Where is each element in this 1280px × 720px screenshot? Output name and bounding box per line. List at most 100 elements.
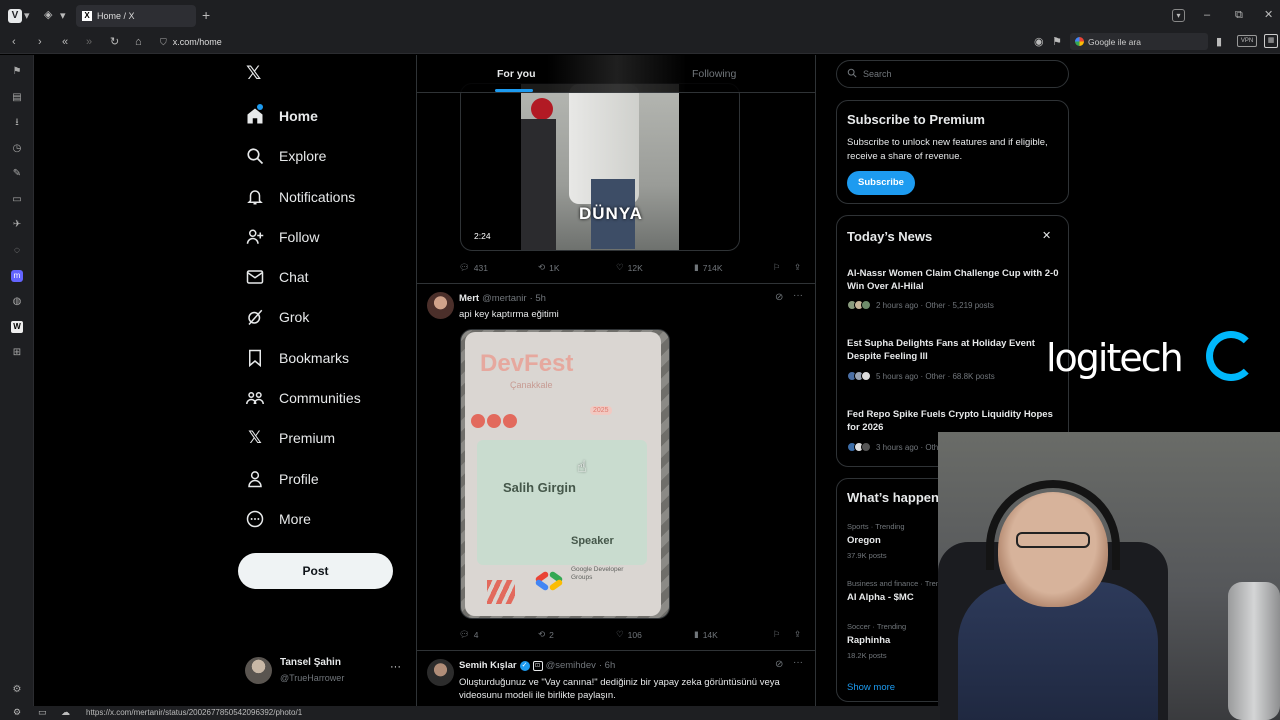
forward-icon[interactable]: › — [38, 35, 42, 49]
url-field[interactable]: ⛉ x.com/home — [160, 35, 222, 49]
tweet-more-icon[interactable]: ··· — [793, 290, 803, 301]
home-browser-icon[interactable]: ⌂ — [135, 35, 142, 49]
nav-grok[interactable]: Grok — [245, 303, 309, 331]
avatar — [245, 657, 272, 684]
search-engine-field[interactable]: Google ile ara — [1070, 33, 1208, 50]
translate-icon[interactable]: ✈ — [11, 219, 23, 231]
bookmark-icon — [245, 348, 265, 368]
downloads-icon[interactable]: ⭳ — [11, 117, 23, 129]
author-handle[interactable]: @semihdev — [546, 660, 596, 671]
nav-premium[interactable]: 𝕏 Premium — [245, 424, 335, 452]
extensions-icon[interactable]: ▮ — [1216, 35, 1222, 49]
panel-toggle-icon[interactable]: ▭ — [38, 707, 47, 718]
repost-action[interactable]: ⟲ 2 — [538, 629, 554, 640]
reading-list-icon[interactable]: ▤ — [11, 92, 23, 104]
chevron-down-icon[interactable]: ▾ — [60, 9, 66, 23]
views-action[interactable]: ▮ 14K — [694, 629, 718, 640]
web-panel-icon[interactable]: ◍ — [11, 296, 23, 308]
tab-home-x[interactable]: X Home / X — [76, 5, 196, 27]
bookmark-action[interactable]: ⚐ — [773, 629, 781, 640]
broadcast-icon[interactable]: ◉ — [1034, 35, 1044, 49]
nav-follow-label: Follow — [279, 229, 320, 245]
cloud-sync-icon[interactable]: ☁ — [61, 707, 70, 718]
bookmark-action[interactable]: ⚐ — [773, 262, 781, 273]
trend-name[interactable]: Oregon — [847, 535, 881, 546]
nav-communities[interactable]: Communities — [245, 384, 361, 412]
chevron-down-icon[interactable]: ▾ — [24, 9, 30, 23]
tweet-more-icon[interactable]: ··· — [793, 657, 803, 668]
nav-home[interactable]: Home — [245, 102, 318, 130]
grok-action-icon[interactable]: ⊘ — [775, 292, 783, 303]
settings-icon[interactable]: ⚙ — [13, 707, 21, 718]
mastodon-icon[interactable]: m — [11, 270, 23, 282]
nav-more[interactable]: More — [245, 505, 311, 533]
avatar[interactable] — [427, 292, 454, 319]
repost-action[interactable]: ⟲ 1K — [538, 262, 560, 273]
back-icon[interactable]: ‹ — [12, 35, 16, 49]
news-item-title[interactable]: Est Supha Delights Fans at Holiday Event… — [847, 337, 1062, 363]
new-tab-icon[interactable]: + — [202, 8, 210, 22]
fast-forward-icon[interactable]: » — [86, 35, 92, 49]
reload-icon[interactable]: ↻ — [110, 35, 119, 49]
nav-chat[interactable]: Chat — [245, 263, 309, 291]
wikipedia-icon[interactable]: W — [11, 321, 23, 333]
share-action[interactable]: ⇪ — [794, 629, 801, 640]
notes-icon[interactable]: ✎ — [11, 168, 23, 180]
close-icon[interactable]: ✕ — [1042, 229, 1051, 242]
news-item-title[interactable]: Al-Nassr Women Claim Challenge Cup with … — [847, 267, 1062, 293]
tab-following[interactable]: Following — [692, 68, 736, 80]
bookmark-page-icon[interactable]: ⚑ — [1052, 35, 1062, 49]
google-icon — [1075, 37, 1084, 46]
nav-profile[interactable]: Profile — [245, 465, 319, 493]
vpn-button[interactable]: VPN — [1237, 35, 1257, 47]
grok-action-icon[interactable]: ⊘ — [775, 659, 783, 670]
trend-count: 37.9K posts — [847, 551, 887, 560]
video-container[interactable]: DÜNYA 2:24 — [460, 83, 740, 251]
author-name[interactable]: Semih Kışlar — [459, 660, 517, 671]
chat-panel-icon[interactable]: ◌ — [11, 245, 23, 257]
rewind-icon[interactable]: « — [62, 35, 68, 49]
minimize-icon[interactable]: – — [1204, 8, 1210, 22]
tab-list-icon[interactable]: ▾ — [1172, 9, 1185, 22]
reply-action[interactable]: 💬︎ 431 — [459, 262, 488, 273]
like-action[interactable]: ♡ 106 — [616, 629, 642, 640]
share-action[interactable]: ⇪ — [794, 262, 801, 273]
premium-card: Subscribe to Premium Subscribe to unlock… — [836, 100, 1069, 204]
calendar-icon[interactable]: ▦ — [1264, 34, 1278, 48]
author-handle[interactable]: @mertanir — [482, 293, 527, 304]
nav-bookmarks[interactable]: Bookmarks — [245, 344, 349, 372]
tweet-photo[interactable]: DevFest Çanakkale 2025 Salih Girgin Spea… — [460, 329, 670, 619]
tweet-time[interactable]: · 6h — [599, 660, 615, 671]
window-panel-icon[interactable]: ▭ — [11, 194, 23, 206]
bookmarks-panel-icon[interactable]: ⚑ — [11, 66, 23, 78]
author-name[interactable]: Mert — [459, 293, 479, 304]
account-switcher[interactable]: Tansel Şahin @TrueHarrower ··· — [245, 655, 405, 687]
nav-notifications[interactable]: Notifications — [245, 183, 355, 211]
trend-name[interactable]: Raphinha — [847, 635, 890, 646]
tweet-time[interactable]: · 5h — [530, 293, 546, 304]
settings-icon[interactable]: ⚙ — [11, 684, 23, 696]
subscribe-button[interactable]: Subscribe — [847, 171, 915, 195]
trend-name[interactable]: AI Alpha - $MC — [847, 592, 914, 603]
search-input[interactable]: Search — [836, 60, 1069, 88]
like-action[interactable]: ♡ 12K — [616, 262, 643, 273]
history-icon[interactable]: ◷ — [11, 143, 23, 155]
views-action[interactable]: ▮ 714K — [694, 262, 723, 273]
tab-for-you[interactable]: For you — [497, 68, 536, 80]
nav-follow[interactable]: Follow — [245, 223, 319, 251]
avatar[interactable] — [427, 659, 454, 686]
close-window-icon[interactable]: ✕ — [1264, 8, 1273, 22]
nav-explore[interactable]: Explore — [245, 142, 326, 170]
x-logo-icon[interactable]: 𝕏 — [246, 64, 266, 84]
post-button[interactable]: Post — [238, 553, 393, 589]
bookmark-small-icon: ⚐ — [773, 629, 781, 639]
news-item-title[interactable]: Fed Repo Spike Fuels Crypto Liquidity Ho… — [847, 408, 1062, 434]
browser-tab-bar: V ▾ ◈ ▾ X Home / X + ▾ – ⧉ ✕ — [0, 0, 1280, 32]
restore-icon[interactable]: ⧉ — [1235, 8, 1243, 22]
add-panel-icon[interactable]: ⊞ — [11, 347, 23, 359]
vivaldi-menu-icon[interactable]: V — [8, 9, 22, 23]
show-more-link[interactable]: Show more — [847, 682, 895, 693]
reply-action[interactable]: 💬︎ 4 — [459, 629, 479, 640]
tab-stack-icon[interactable]: ◈ — [44, 8, 52, 22]
views-count: 714K — [702, 262, 723, 273]
